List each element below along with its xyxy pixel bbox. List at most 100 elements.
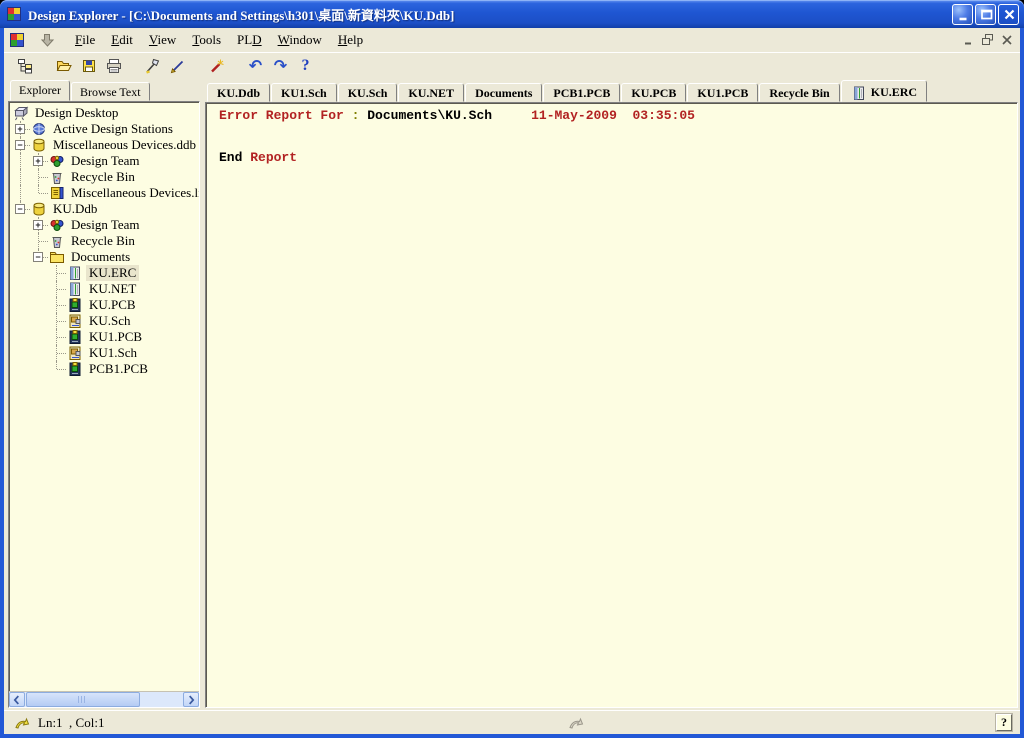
doc-sch-icon xyxy=(66,345,83,361)
doc-tab-recycle-bin[interactable]: Recycle Bin xyxy=(759,83,839,102)
jump-arrow-icon xyxy=(12,714,32,732)
desktop-icon xyxy=(12,105,29,121)
tree-expander[interactable]: − xyxy=(15,140,25,150)
tree-item-miscellaneous-devices-lib[interactable]: Miscellaneous Devices.lib xyxy=(12,185,199,201)
tree-guide xyxy=(48,329,66,345)
doc-tab-documents[interactable]: Documents xyxy=(465,83,542,102)
doc-tab-ku-ddb[interactable]: KU.Ddb xyxy=(207,83,270,102)
tree-item-label[interactable]: KU1.PCB xyxy=(86,329,145,345)
tree-item-label[interactable]: KU.PCB xyxy=(86,297,139,313)
scroll-right-button[interactable] xyxy=(183,692,199,707)
tree-item-label[interactable]: KU.Sch xyxy=(86,313,134,329)
tree-guide xyxy=(12,313,30,329)
minimize-button[interactable] xyxy=(952,4,973,25)
scroll-left-button[interactable] xyxy=(9,692,25,707)
tree-item-ku1-sch[interactable]: KU1.Sch xyxy=(12,345,199,361)
doc-tab-ku1-sch[interactable]: KU1.Sch xyxy=(271,83,337,102)
tree-item-ku-ddb[interactable]: − KU.Ddb xyxy=(12,201,199,217)
tree-item-label[interactable]: KU.NET xyxy=(86,281,139,297)
menu-window[interactable]: Window xyxy=(270,30,330,50)
explorer-toggle-button[interactable] xyxy=(12,54,37,77)
help-button[interactable]: ? xyxy=(996,714,1012,731)
undo-button[interactable]: ↶ xyxy=(243,54,268,77)
tree-item-label[interactable]: Recycle Bin xyxy=(68,233,138,249)
tree-item-label[interactable]: Design Team xyxy=(68,153,143,169)
tree-item-label[interactable]: Miscellaneous Devices.ddb xyxy=(50,137,199,153)
doc-tab-label: KU.NET xyxy=(408,86,454,101)
mdi-minimize-button[interactable] xyxy=(960,32,978,48)
title-bar[interactable]: Design Explorer - [C:\Documents and Sett… xyxy=(0,0,1024,28)
doc-tab-pcb1-pcb[interactable]: PCB1.PCB xyxy=(543,83,620,102)
tree-item-pcb1-pcb[interactable]: PCB1.PCB xyxy=(12,361,199,377)
mdi-restore-button[interactable] xyxy=(979,32,997,48)
tree-item-recycle-bin[interactable]: Recycle Bin xyxy=(12,233,199,249)
doc-tab-ku-pcb[interactable]: KU.PCB xyxy=(621,83,686,102)
status-bar: Ln:1 , Col:1 ? xyxy=(4,710,1020,734)
cursor-position: Ln:1 , Col:1 xyxy=(38,715,104,731)
app-icon xyxy=(5,5,23,23)
tree-expander[interactable]: + xyxy=(33,220,43,230)
redo-button[interactable]: ↷ xyxy=(268,54,293,77)
tree-item-label[interactable]: Active Design Stations xyxy=(50,121,176,137)
tree-expander[interactable]: + xyxy=(33,156,43,166)
tree-guide xyxy=(30,233,48,249)
doc-tab-ku-sch[interactable]: KU.Sch xyxy=(338,83,398,102)
tree-item-label[interactable]: PCB1.PCB xyxy=(86,361,151,377)
dropdown-arrow-icon[interactable] xyxy=(40,32,56,48)
wizard-button[interactable] xyxy=(204,54,229,77)
menu-tools[interactable]: Tools xyxy=(184,30,229,50)
menu-file[interactable]: File xyxy=(67,30,103,50)
mdi-document-icon[interactable] xyxy=(8,32,25,49)
tree-guide xyxy=(30,361,48,377)
menu-view[interactable]: View xyxy=(141,30,184,50)
report-content[interactable]: Error Report For : Documents\KU.Sch 11-M… xyxy=(205,102,1018,708)
tree-item-ku-net[interactable]: KU.NET xyxy=(12,281,199,297)
menu-help[interactable]: Help xyxy=(330,30,371,50)
tree-item-active-design-stations[interactable]: + Active Design Stations xyxy=(12,121,199,137)
tree-item-ku-sch[interactable]: KU.Sch xyxy=(12,313,199,329)
doc-tab-ku1-pcb[interactable]: KU1.PCB xyxy=(687,83,758,102)
cross-probe-button[interactable] xyxy=(140,54,165,77)
main-toolbar: ↶↷? xyxy=(4,52,1020,78)
help-button[interactable]: ? xyxy=(293,54,318,77)
doc-tab-ku-erc[interactable]: KU.ERC xyxy=(841,80,927,102)
tab-browse-text[interactable]: Browse Text xyxy=(71,82,150,101)
tree-item-label[interactable]: Recycle Bin xyxy=(68,169,138,185)
tree-item-label[interactable]: KU.Ddb xyxy=(50,201,100,217)
print-button[interactable] xyxy=(101,54,126,77)
tree-item-label[interactable]: Design Team xyxy=(68,217,143,233)
tree-horizontal-scrollbar[interactable] xyxy=(9,691,199,707)
tab-explorer[interactable]: Explorer xyxy=(10,80,70,101)
tree-item-design-team[interactable]: + Design Team xyxy=(12,217,199,233)
tree-item-label[interactable]: Documents xyxy=(68,249,133,265)
tree-item-design-desktop[interactable]: Design Desktop xyxy=(12,105,199,121)
print-icon xyxy=(106,58,122,74)
tree-item-ku-pcb[interactable]: KU.PCB xyxy=(12,297,199,313)
tree-item-label[interactable]: Design Desktop xyxy=(32,105,121,121)
scrollbar-thumb[interactable] xyxy=(26,692,140,707)
database-icon xyxy=(30,137,47,153)
close-button[interactable] xyxy=(998,4,1019,25)
tree-item-miscellaneous-devices-ddb[interactable]: − Miscellaneous Devices.ddb xyxy=(12,137,199,153)
save-button[interactable] xyxy=(76,54,101,77)
scrollbar-track[interactable] xyxy=(25,692,183,707)
doc-tab-label: KU.PCB xyxy=(631,86,676,101)
menu-edit[interactable]: Edit xyxy=(103,30,141,50)
open-document-button[interactable] xyxy=(51,54,76,77)
tree-item-documents[interactable]: − Documents xyxy=(12,249,199,265)
tree-item-label[interactable]: KU.ERC xyxy=(86,265,139,281)
tree-expander[interactable]: − xyxy=(15,204,25,214)
tree-item-ku1-pcb[interactable]: KU1.PCB xyxy=(12,329,199,345)
tree-expander[interactable]: + xyxy=(15,124,25,134)
tree-item-label[interactable]: Miscellaneous Devices.lib xyxy=(68,185,199,201)
tree-item-ku-erc[interactable]: KU.ERC xyxy=(12,265,199,281)
doc-tab-ku-net[interactable]: KU.NET xyxy=(398,83,464,102)
tree-item-design-team[interactable]: + Design Team xyxy=(12,153,199,169)
edit-tool-button[interactable] xyxy=(165,54,190,77)
maximize-button[interactable] xyxy=(975,4,996,25)
tree-item-label[interactable]: KU1.Sch xyxy=(86,345,140,361)
tree-expander[interactable]: − xyxy=(33,252,43,262)
menu-pld[interactable]: PLD xyxy=(229,30,270,50)
tree-item-recycle-bin[interactable]: Recycle Bin xyxy=(12,169,199,185)
mdi-close-button[interactable] xyxy=(998,32,1016,48)
